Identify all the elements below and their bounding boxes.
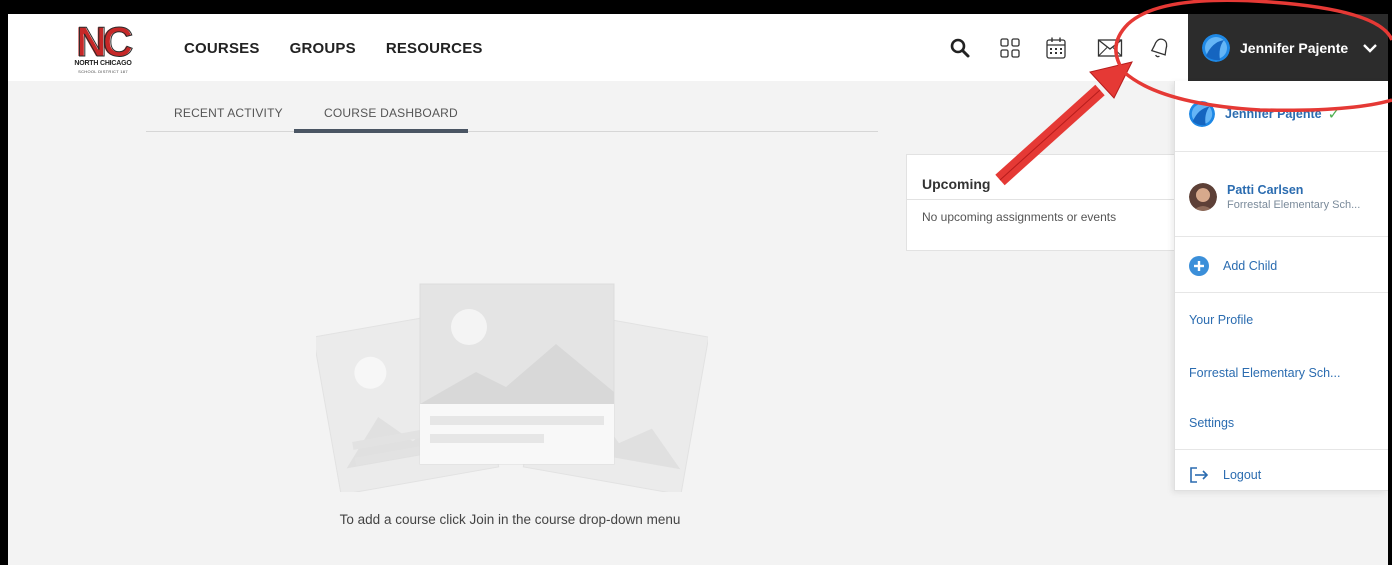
add-circle-icon [1189, 256, 1209, 276]
dashboard-tabs: RECENT ACTIVITY COURSE DASHBOARD [146, 98, 878, 133]
district-logo[interactable]: NC NC NORTH CHICAGO SCHOOL DISTRICT 187 [64, 20, 142, 78]
search-button[interactable] [946, 34, 974, 62]
add-child-label: Add Child [1223, 259, 1278, 273]
apps-button[interactable] [996, 34, 1024, 62]
nav-courses[interactable]: COURSES [184, 40, 260, 57]
chevron-down-icon [1363, 43, 1378, 53]
settings-item[interactable]: Settings [1189, 412, 1379, 434]
child-school: Forrestal Elementary Sch... [1227, 199, 1361, 211]
child-name: Patti Carlsen [1227, 183, 1304, 197]
add-child-item[interactable]: Add Child [1189, 253, 1379, 279]
mail-icon [1097, 39, 1123, 57]
nav-resources[interactable]: RESOURCES [386, 40, 483, 57]
empty-courses-illustration [316, 283, 708, 492]
calendar-icon [1046, 37, 1066, 59]
tab-course-dashboard[interactable]: COURSE DASHBOARD [324, 106, 458, 120]
calendar-button[interactable] [1042, 34, 1070, 62]
logout-item[interactable]: Logout [1189, 464, 1379, 486]
user-avatar [1202, 33, 1230, 62]
upcoming-empty-text: No upcoming assignments or events [922, 210, 1117, 224]
search-icon [950, 38, 970, 58]
upcoming-title: Upcoming [922, 176, 991, 192]
user-name: Jennifer Pajente [1240, 39, 1349, 56]
child-photo-icon [1189, 183, 1217, 211]
divider [1175, 151, 1388, 152]
logo-line-2: SCHOOL DISTRICT 187 [78, 69, 128, 74]
divider [907, 199, 1205, 200]
settings-label: Settings [1189, 416, 1235, 430]
nav-groups[interactable]: GROUPS [290, 40, 356, 57]
app-frame: NC NC NORTH CHICAGO SCHOOL DISTRICT 187 … [8, 14, 1388, 565]
school-label: Forrestal Elementary Sch... [1189, 366, 1341, 380]
divider [1175, 236, 1388, 237]
tab-recent-activity[interactable]: RECENT ACTIVITY [174, 106, 283, 120]
empty-state-message: To add a course click Join in the course… [339, 512, 681, 527]
current-user-name: Jennifer Pajente [1225, 107, 1322, 121]
top-navigation-bar: NC NC NORTH CHICAGO SCHOOL DISTRICT 187 … [8, 14, 1388, 81]
notifications-button[interactable] [1146, 34, 1174, 62]
active-tab-indicator [294, 129, 468, 133]
default-avatar-icon [1189, 101, 1215, 127]
divider [1175, 449, 1388, 450]
current-user-item[interactable]: Jennifer Pajente ✓ [1189, 99, 1379, 129]
nc-logo-mark: NC NC [76, 20, 137, 60]
checkmark-icon: ✓ [1327, 106, 1341, 123]
user-avatar [1189, 101, 1215, 127]
user-dropdown-menu: Jennifer Pajente ✓ Patti Carlsen Forrest… [1174, 81, 1388, 491]
child-avatar [1189, 183, 1217, 211]
your-profile-label: Your Profile [1189, 313, 1254, 327]
child-account-item[interactable]: Patti Carlsen Forrestal Elementary Sch..… [1189, 179, 1385, 215]
messages-button[interactable] [1096, 34, 1124, 62]
logout-icon [1190, 467, 1209, 483]
logout-label: Logout [1223, 468, 1262, 482]
upcoming-panel: Upcoming No upcoming assignments or even… [906, 154, 1206, 251]
school-item[interactable]: Forrestal Elementary Sch... [1189, 362, 1379, 384]
logo-line-1: NORTH CHICAGO [74, 60, 132, 67]
divider [1175, 292, 1388, 293]
apps-grid-icon [1000, 38, 1020, 58]
your-profile-item[interactable]: Your Profile [1189, 309, 1379, 331]
default-avatar-icon [1202, 33, 1230, 62]
bell-icon [1150, 38, 1168, 58]
svg-text:NC: NC [77, 20, 133, 60]
user-menu-button[interactable]: Jennifer Pajente [1188, 14, 1388, 81]
main-nav: COURSES GROUPS RESOURCES [184, 40, 483, 57]
